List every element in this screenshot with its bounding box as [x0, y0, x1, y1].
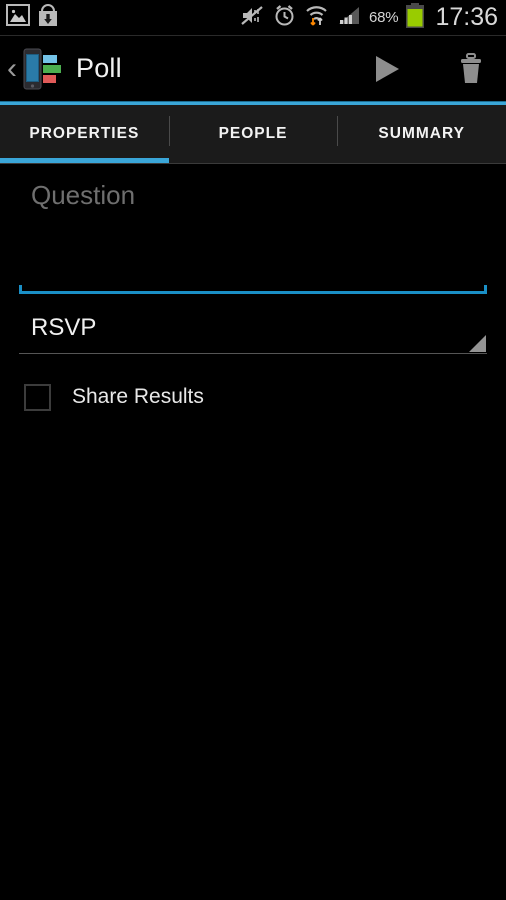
battery-icon	[406, 2, 425, 33]
share-results-row[interactable]: Share Results	[24, 380, 506, 414]
poll-app-icon[interactable]	[18, 46, 64, 92]
play-icon	[376, 55, 399, 82]
status-bar-notification-icons	[6, 3, 59, 32]
tab-summary-label: SUMMARY	[378, 125, 465, 142]
question-placeholder: Question	[31, 180, 136, 210]
trash-icon	[461, 52, 481, 83]
share-results-label: Share Results	[72, 385, 204, 408]
poll-type-selected-value: RSVP	[31, 314, 97, 341]
download-bag-icon	[37, 3, 59, 32]
underline-tick-right	[484, 285, 487, 294]
tab-people[interactable]: PEOPLE	[168, 105, 338, 163]
action-bar: ‹ Poll	[0, 36, 506, 101]
dropdown-triangle-icon	[469, 335, 486, 352]
wifi-transfer-icon	[304, 4, 329, 32]
status-bar: 68% 17:36	[0, 0, 506, 36]
send-poll-button[interactable]	[370, 52, 404, 86]
tab-properties-label: PROPERTIES	[29, 125, 140, 142]
question-input[interactable]: Question	[19, 164, 487, 294]
underline-bar	[19, 291, 487, 294]
cellular-signal-icon	[337, 5, 361, 31]
tab-people-indicator	[169, 158, 338, 163]
share-results-checkbox[interactable]	[24, 383, 51, 411]
poll-type-spinner[interactable]: RSVP	[19, 312, 487, 354]
delete-poll-button[interactable]	[454, 52, 488, 86]
tab-properties-indicator	[0, 158, 169, 163]
alarm-clock-icon	[273, 4, 296, 32]
tab-summary-indicator	[337, 158, 506, 163]
question-input-underline	[19, 285, 487, 294]
tab-properties[interactable]: PROPERTIES	[0, 105, 169, 163]
status-bar-system-icons: 68% 17:36	[240, 2, 498, 33]
properties-tab-content: Question RSVP Share Results	[0, 164, 506, 900]
tab-bar: PROPERTIES PEOPLE SUMMARY	[0, 105, 506, 163]
tab-summary[interactable]: SUMMARY	[337, 105, 506, 163]
tab-people-label: PEOPLE	[218, 125, 288, 142]
app-screen: 68% 17:36 ‹ Poll PROPERTIES PEOPLE SUMMA…	[0, 0, 506, 900]
sound-mute-icon	[240, 5, 265, 31]
spinner-underline	[19, 353, 487, 354]
action-bar-buttons	[370, 52, 488, 86]
battery-percent-label: 68%	[369, 9, 399, 26]
gallery-image-icon	[6, 4, 30, 31]
status-bar-clock: 17:36	[435, 3, 498, 31]
page-title: Poll	[76, 53, 122, 83]
